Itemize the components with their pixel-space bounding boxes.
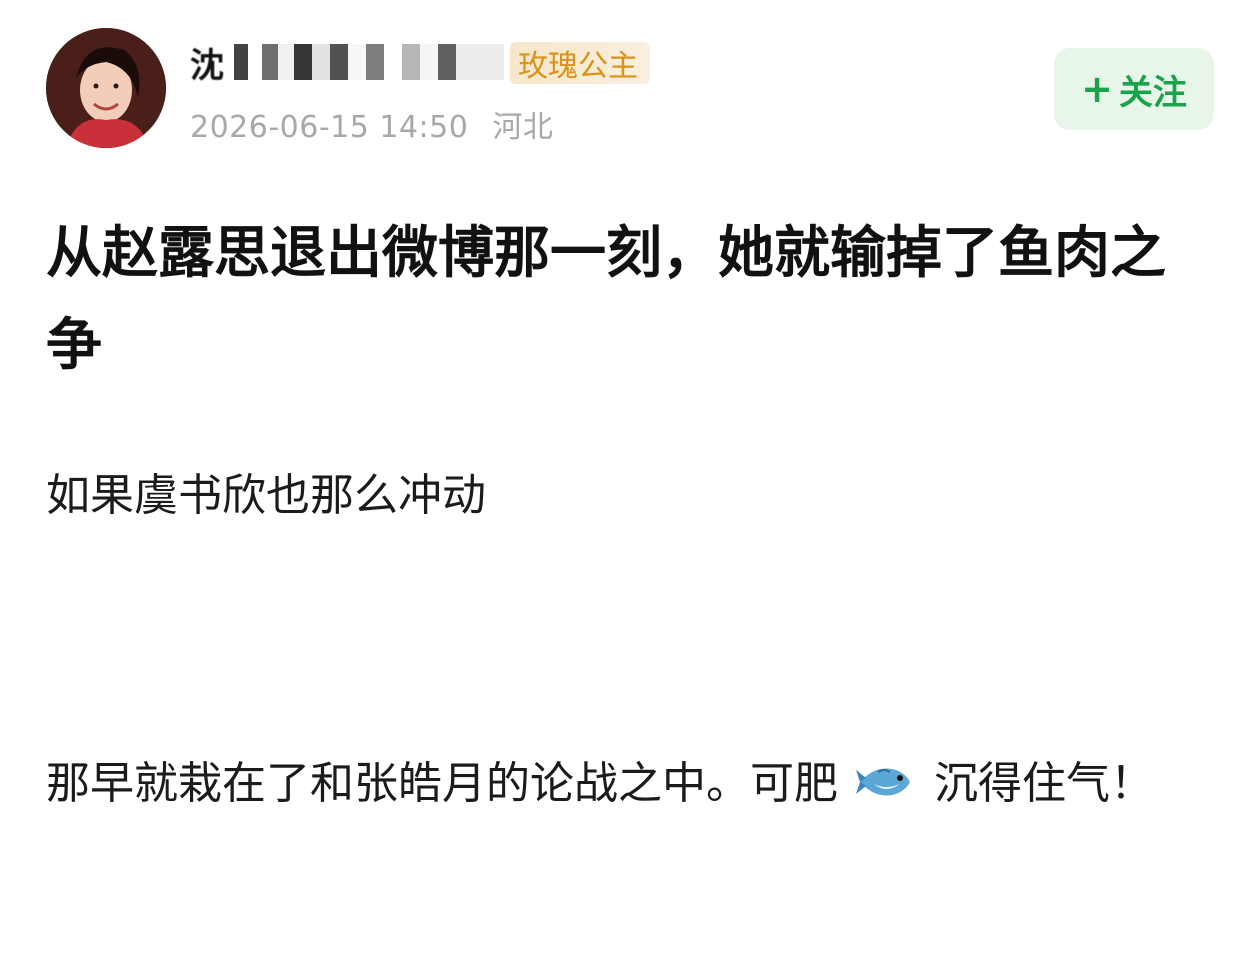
follow-label: 关注: [1118, 72, 1187, 113]
follow-button[interactable]: + 关注: [1054, 48, 1214, 130]
plus-icon: +: [1081, 67, 1113, 111]
post-location: 河北: [492, 110, 554, 145]
post-paragraph-2: 那早就栽在了和张皓月的论战之中。可肥 沉得住气！: [46, 740, 1216, 828]
post-meta: 2026-06-15 14:50 河北: [190, 102, 567, 146]
avatar-image: [46, 28, 166, 148]
post-timestamp: 2026-06-15 14:50: [190, 110, 469, 145]
author-name[interactable]: 沈: [190, 40, 504, 86]
verified-tag[interactable]: 玫瑰公主: [510, 42, 650, 84]
post-title: 从赵露思退出微博那一刻，她就输掉了鱼肉之争: [46, 221, 1166, 378]
avatar[interactable]: [46, 28, 166, 148]
author-name-text: 沈: [190, 45, 226, 86]
post-paragraph-2-part-b: 沉得住气！: [934, 758, 1154, 809]
author-name-mosaic: [234, 44, 504, 80]
fish-icon: [856, 768, 910, 796]
post-paragraph-2-part-a: 那早就栽在了和张皓月的论战之中。可肥: [46, 758, 838, 809]
post-paragraph-1: 如果虞书欣也那么冲动: [46, 470, 486, 521]
